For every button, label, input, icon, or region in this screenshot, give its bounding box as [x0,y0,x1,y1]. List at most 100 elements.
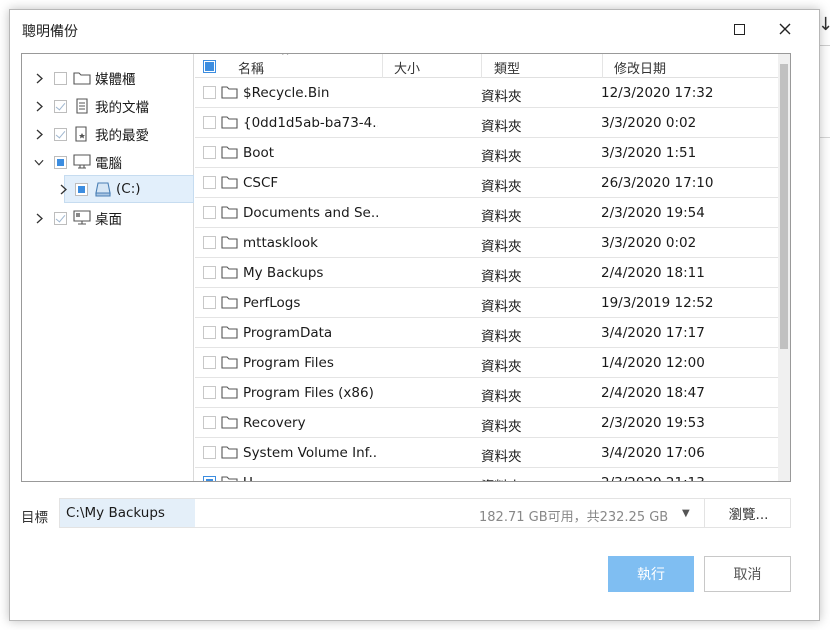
folder-icon [221,176,238,189]
vertical-scrollbar[interactable] [778,54,790,481]
row-checkbox[interactable] [203,146,216,159]
row-checkbox[interactable] [203,296,216,309]
background-divider [820,45,830,46]
folder-icon [221,86,238,99]
list-row[interactable]: mttasklook 資料夾 3/3/2020 0:02 [195,228,778,258]
row-modified: 3/3/2020 0:02 [601,115,697,131]
close-button[interactable] [762,10,808,48]
list-row[interactable]: Recovery 資料夾 2/3/2020 19:53 [195,408,778,438]
row-name: Recovery [243,415,306,431]
target-selector[interactable]: C:\My Backups 182.71 GB可用，共232.25 GB ▼ 瀏… [59,498,791,528]
run-button[interactable]: 執行 [608,556,694,592]
column-label: 大小 [394,62,421,77]
row-name: Program Files (x86) [243,385,374,401]
row-checkbox[interactable] [203,86,216,99]
row-type: 資料夾 [481,179,522,195]
row-checkbox[interactable] [203,326,216,339]
row-type: 資料夾 [481,269,522,285]
list-header: 名稱 ^ 大小 類型 修改日期 [195,54,778,78]
row-checkbox[interactable] [203,356,216,369]
folder-icon [221,146,238,159]
background-divider [820,137,830,138]
tree-item-media-library[interactable]: 媒體櫃 [22,64,194,92]
file-list: 名稱 ^ 大小 類型 修改日期 $Recycle.Bin 資料夾 12/3/2020… [195,54,790,481]
tree-checkbox[interactable] [54,99,67,113]
folder-icon [221,476,238,481]
target-path-field[interactable]: C:\My Backups [60,499,195,527]
tree-item-favorites[interactable]: 我的最愛 [22,120,194,148]
list-row[interactable]: Boot 資料夾 3/3/2020 1:51 [195,138,778,168]
favorites-icon [75,126,87,142]
row-modified: 19/3/2019 12:52 [601,295,714,311]
desktop-icon [73,210,91,225]
list-row[interactable]: Program Files (x86) 資料夾 2/4/2020 18:47 [195,378,778,408]
target-label: 目標 [21,510,48,526]
tree-checkbox[interactable] [54,211,67,225]
row-checkbox[interactable] [203,416,216,429]
scrollbar-thumb[interactable] [780,64,788,349]
column-label: 修改日期 [614,62,667,77]
list-row[interactable]: ProgramData 資料夾 3/4/2020 17:17 [195,318,778,348]
row-name: System Volume Inf... [243,445,378,461]
dropdown-arrow-icon[interactable]: ▼ [682,508,690,519]
row-checkbox[interactable] [203,386,216,399]
chevron-right-icon[interactable] [34,128,44,140]
chevron-right-icon[interactable] [34,212,44,224]
row-checkbox[interactable] [203,176,216,189]
row-name: My Backups [243,265,324,281]
list-row[interactable]: U... 資料夾 2/3/2020 21:13 [195,468,778,481]
row-checkbox[interactable] [203,206,216,219]
chevron-right-icon[interactable] [58,183,68,195]
row-name: $Recycle.Bin [243,85,330,101]
column-modified[interactable]: 修改日期 [603,54,778,78]
browse-button[interactable]: 瀏覽... [706,499,791,527]
tree-checkbox[interactable] [75,182,88,196]
row-modified: 2/3/2020 19:53 [601,415,705,431]
row-name: ProgramData [243,325,333,341]
list-row[interactable]: PerfLogs 資料夾 19/3/2019 12:52 [195,288,778,318]
tree-item-computer[interactable]: 電腦 [22,148,194,176]
folder-icon [221,206,238,219]
list-row[interactable]: $Recycle.Bin 資料夾 12/3/2020 17:32 [195,78,778,108]
column-label: 名稱 [238,62,265,77]
column-name[interactable]: 名稱 ^ [195,54,383,78]
row-type: 資料夾 [481,449,522,465]
divider [704,499,705,527]
row-checkbox[interactable] [203,266,216,279]
row-type: 資料夾 [481,389,522,405]
list-row[interactable]: {0dd1d5ab-ba73-4... 資料夾 3/3/2020 0:02 [195,108,778,138]
folder-tree: 媒體櫃 我的文檔 我的最愛 電腦 (C:) 桌面 [22,54,194,481]
tree-checkbox[interactable] [54,71,67,85]
row-type: 資料夾 [481,475,522,481]
tree-item-label: 我的最愛 [95,128,149,144]
list-row[interactable]: Program Files 資料夾 1/4/2020 12:00 [195,348,778,378]
column-type[interactable]: 類型 [482,54,603,78]
row-type: 資料夾 [481,299,522,315]
chevron-down-icon[interactable] [34,156,44,168]
row-checkbox[interactable] [203,446,216,459]
row-modified: 1/4/2020 12:00 [601,355,705,371]
maximize-button[interactable] [716,10,762,48]
list-row[interactable]: Documents and Se... 資料夾 2/3/2020 19:54 [195,198,778,228]
tree-item-desktop[interactable]: 桌面 [22,204,194,232]
chevron-right-icon[interactable] [34,100,44,112]
select-all-checkbox[interactable] [203,60,216,73]
tree-item-drive-c[interactable]: (C:) [60,175,194,203]
list-row[interactable]: My Backups 資料夾 2/4/2020 18:11 [195,258,778,288]
column-size[interactable]: 大小 [383,54,482,78]
row-type: 資料夾 [481,329,522,345]
folder-icon [221,116,238,129]
chevron-right-icon[interactable] [34,72,44,84]
tree-checkbox[interactable] [54,127,67,141]
row-checkbox[interactable] [203,476,216,481]
tree-item-label: (C:) [116,181,141,197]
list-row[interactable]: System Volume Inf... 資料夾 3/4/2020 17:06 [195,438,778,468]
cancel-button[interactable]: 取消 [704,556,791,592]
row-type: 資料夾 [481,119,522,135]
row-checkbox[interactable] [203,116,216,129]
tree-item-my-documents[interactable]: 我的文檔 [22,92,194,120]
list-row[interactable]: CSCF 資料夾 26/3/2020 17:10 [195,168,778,198]
tree-item-label: 電腦 [95,156,122,172]
tree-checkbox[interactable] [54,155,67,169]
row-checkbox[interactable] [203,236,216,249]
